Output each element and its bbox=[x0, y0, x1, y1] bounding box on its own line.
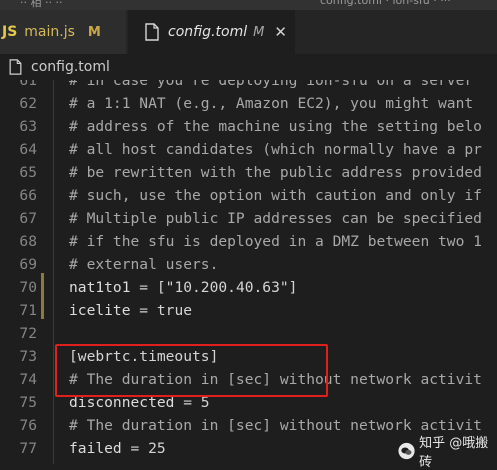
toml-operator: = bbox=[130, 302, 157, 319]
code-comment: # such, use the option with caution and … bbox=[69, 187, 482, 204]
code-text: # Multiple public IP addresses can be sp… bbox=[69, 207, 482, 230]
code-text: failed = 25 bbox=[69, 437, 166, 460]
title-fragment: config.toml · ion-sfu · ··· bbox=[320, 0, 451, 7]
toml-value: 25 bbox=[148, 440, 166, 457]
toml-operator: = bbox=[130, 279, 157, 296]
breadcrumb: config.toml bbox=[0, 54, 497, 80]
toml-key: nat1to1 bbox=[69, 279, 131, 296]
code-text: icelite = true bbox=[69, 299, 192, 322]
code-line[interactable]: 72 bbox=[0, 322, 497, 345]
toml-key: icelite bbox=[69, 302, 131, 319]
code-editor[interactable]: 78# How often in [sec] the ICE Agent sen… bbox=[0, 80, 497, 464]
close-icon[interactable]: ✕ bbox=[274, 23, 287, 41]
line-number: 72 bbox=[19, 325, 37, 342]
title-fragment: ·· 相 ·· ·· bbox=[20, 0, 63, 9]
line-number: 61 bbox=[19, 80, 37, 89]
code-line[interactable]: 71 icelite = true bbox=[0, 299, 497, 322]
js-icon: JS bbox=[2, 24, 18, 40]
tab-label: config.toml bbox=[168, 24, 248, 40]
code-line[interactable]: 70 nat1to1 = ["10.200.40.63"] bbox=[0, 276, 497, 299]
code-text: # all host candidates (which normally ha… bbox=[69, 138, 482, 161]
tab-label: main.js bbox=[24, 24, 75, 40]
line-number: 67 bbox=[19, 210, 37, 227]
code-text: # if the sfu is deployed in a DMZ betwee… bbox=[69, 230, 482, 253]
code-comment: # Multiple public IP addresses can be sp… bbox=[69, 210, 482, 227]
active-tab-indicator bbox=[128, 10, 295, 11]
toml-operator: = bbox=[121, 440, 149, 457]
title-bar: ·· 相 ·· ·· config.toml · ion-sfu · ··· bbox=[0, 0, 497, 10]
toml-value: true bbox=[156, 302, 193, 319]
code-text: # be rewritten with the public address p… bbox=[69, 161, 482, 184]
line-number: 73 bbox=[19, 348, 37, 365]
line-number: 66 bbox=[19, 187, 37, 204]
toml-value: ["10.200.40.63"] bbox=[156, 279, 298, 296]
line-number: 69 bbox=[19, 256, 37, 273]
watermark: 知乎 @哦搬砖 bbox=[398, 432, 497, 470]
tab-main-js[interactable]: JS main.js M bbox=[0, 10, 127, 54]
line-number: 63 bbox=[19, 118, 37, 135]
tab-bar: JS main.js M config.toml M ✕ bbox=[0, 10, 497, 54]
code-line[interactable]: 68 # if the sfu is deployed in a DMZ betw… bbox=[0, 230, 497, 253]
file-icon bbox=[145, 23, 159, 41]
line-number: 78 bbox=[0, 460, 37, 464]
code-line[interactable]: 61 # in case you're deploying ion-sfu on … bbox=[0, 80, 497, 92]
highlight-box bbox=[55, 344, 328, 397]
code-line[interactable]: 63 # address of the machine using the set… bbox=[0, 115, 497, 138]
code-comment: # address of the machine using the setti… bbox=[69, 118, 482, 135]
line-number: 77 bbox=[19, 440, 37, 457]
code-comment: # all host candidates (which normally ha… bbox=[69, 141, 482, 158]
watermark-text: 知乎 @哦搬砖 bbox=[419, 436, 489, 470]
code-comment: # if the sfu is deployed in a DMZ betwee… bbox=[69, 233, 482, 250]
code-text: # address of the machine using the setti… bbox=[69, 115, 482, 138]
code-line[interactable]: 69 # external users. bbox=[0, 253, 497, 276]
toml-key: failed bbox=[69, 440, 122, 457]
code-line[interactable]: 64 # all host candidates (which normally … bbox=[0, 138, 497, 161]
wechat-logo-icon bbox=[398, 442, 415, 460]
indent-guide bbox=[53, 80, 54, 464]
code-text: # external users. bbox=[69, 253, 218, 276]
code-line[interactable]: 66 # such, use the option with caution an… bbox=[0, 184, 497, 207]
code-comment: # a 1:1 NAT (e.g., Amazon EC2), you migh… bbox=[69, 95, 474, 112]
code-text: # such, use the option with caution and … bbox=[69, 184, 482, 207]
code-comment: # external users. bbox=[69, 256, 219, 273]
git-modified-gutter bbox=[41, 273, 44, 319]
line-number: 68 bbox=[19, 233, 37, 250]
file-icon bbox=[9, 59, 22, 75]
line-number: 71 bbox=[19, 302, 37, 319]
line-number: 76 bbox=[19, 417, 37, 434]
code-text: # a 1:1 NAT (e.g., Amazon EC2), you migh… bbox=[69, 92, 473, 115]
code-comment: # in case you're deploying ion-sfu on a … bbox=[69, 80, 474, 89]
code-comment: # be rewritten with the public address p… bbox=[69, 164, 482, 181]
code-line[interactable]: 62 # a 1:1 NAT (e.g., Amazon EC2), you mi… bbox=[0, 92, 497, 115]
line-number: 74 bbox=[19, 371, 37, 388]
line-number: 70 bbox=[19, 279, 37, 296]
line-number: 65 bbox=[19, 164, 37, 181]
line-number: 62 bbox=[19, 95, 37, 112]
breadcrumb-file[interactable]: config.toml bbox=[31, 59, 110, 75]
code-line[interactable]: 67 # Multiple public IP addresses can be … bbox=[0, 207, 497, 230]
tab-config-toml[interactable]: config.toml M ✕ bbox=[128, 10, 295, 54]
line-number: 75 bbox=[19, 394, 37, 411]
code-text: nat1to1 = ["10.200.40.63"] bbox=[69, 276, 297, 299]
line-number: 64 bbox=[19, 141, 37, 158]
modified-badge: M bbox=[87, 24, 101, 40]
code-line[interactable]: 65 # be rewritten with the public address… bbox=[0, 161, 497, 184]
modified-badge: M bbox=[253, 24, 265, 40]
code-text: # in case you're deploying ion-sfu on a … bbox=[69, 80, 473, 92]
